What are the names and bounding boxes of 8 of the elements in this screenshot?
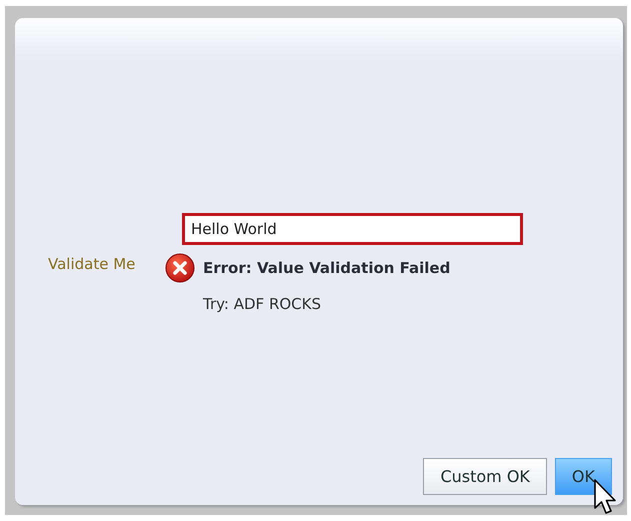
hint-text: Try: ADF ROCKS — [203, 295, 322, 313]
dialog-button[interactable]: Custom OK — [423, 458, 547, 495]
error-message: Error: Value Validation Failed — [203, 259, 450, 277]
input-field[interactable]: Hello World — [182, 213, 523, 245]
error-icon — [165, 253, 195, 283]
cursor-icon — [593, 478, 617, 515]
field-label: Validate Me — [48, 255, 136, 273]
dialog-button[interactable]: OK — [554, 458, 612, 495]
